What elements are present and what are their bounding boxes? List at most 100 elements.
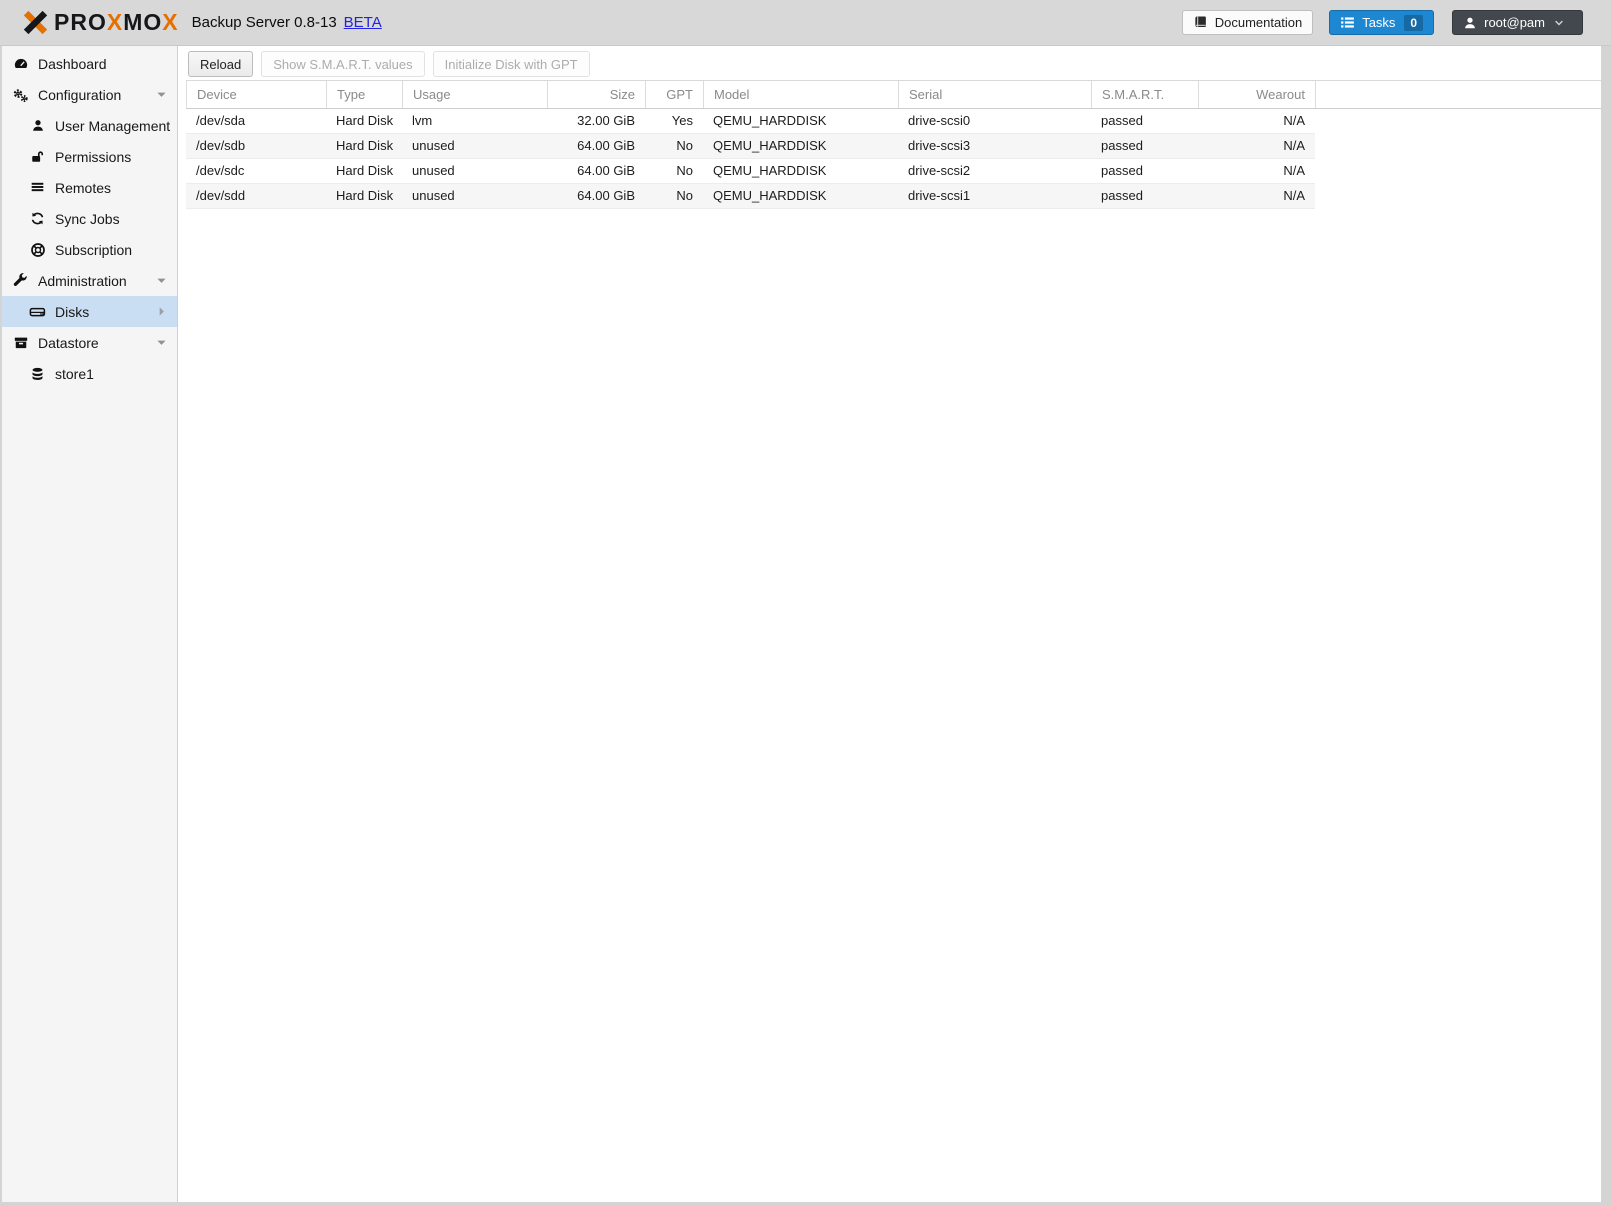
wordmark-segment: X: [106, 9, 124, 35]
sync-icon: [29, 211, 46, 227]
cell-serial: drive-scsi1: [908, 188, 971, 203]
show-smart-values-button[interactable]: Show S.M.A.R.T. values: [261, 51, 425, 77]
cell-wearout: N/A: [1283, 163, 1305, 178]
sidebar-item-remotes[interactable]: Remotes: [2, 172, 177, 203]
documentation-button[interactable]: Documentation: [1181, 10, 1314, 35]
tasks-button[interactable]: Tasks 0: [1329, 10, 1435, 35]
table-row-dev-sdb[interactable]: /dev/sdb Hard Disk unused 64.00 GiB No QEMU_H…: [186, 134, 1315, 159]
cell-s-m-a-r-t: passed: [1101, 188, 1143, 203]
cell-size: 64.00 GiB: [577, 188, 635, 203]
column-header-serial[interactable]: Serial: [899, 81, 1092, 108]
cell-type: Hard Disk: [336, 138, 394, 153]
tasks-count-badge: 0: [1404, 14, 1424, 31]
sidebar-item-datastore[interactable]: Datastore: [2, 327, 177, 358]
cell-device: /dev/sda: [196, 113, 246, 128]
table-row-dev-sdd[interactable]: /dev/sdd Hard Disk unused 64.00 GiB No QEMU_H…: [186, 184, 1315, 209]
sidebar: Dashboard Configuration User Management Per…: [2, 46, 178, 1202]
column-header-usage[interactable]: Usage: [403, 81, 548, 108]
chevron-right-icon[interactable]: [156, 306, 167, 317]
cell-wearout: N/A: [1283, 188, 1305, 203]
sidebar-item-configuration[interactable]: Configuration: [2, 79, 177, 110]
chevron-down-icon[interactable]: [156, 89, 167, 100]
column-header-model[interactable]: Model: [704, 81, 899, 108]
list-bars-icon: [29, 180, 46, 196]
gears-icon: [12, 87, 29, 103]
cell-s-m-a-r-t: passed: [1101, 163, 1143, 178]
sidebar-item-label: Administration: [38, 272, 127, 289]
cell-gpt: No: [676, 188, 693, 203]
cell-device: /dev/sdd: [196, 188, 246, 203]
sidebar-item-label: Subscription: [55, 241, 133, 258]
documentation-label: Documentation: [1214, 15, 1303, 30]
cell-serial: drive-scsi0: [908, 113, 971, 128]
reload-button[interactable]: Reload: [188, 51, 254, 77]
cell-type: Hard Disk: [336, 188, 394, 203]
cell-usage: unused: [412, 138, 455, 153]
column-header-wearout[interactable]: Wearout: [1199, 81, 1316, 108]
column-header-s-m-a-r-t[interactable]: S.M.A.R.T.: [1092, 81, 1199, 108]
column-header-filler: [1316, 81, 1601, 108]
wordmark-segment: PRO: [54, 9, 107, 35]
dashboard-icon: [12, 56, 29, 72]
proxmox-wordmark: PROXMOX: [54, 9, 179, 36]
cell-size: 64.00 GiB: [577, 163, 635, 178]
column-header-type[interactable]: Type: [327, 81, 403, 108]
book-icon: [1193, 15, 1208, 30]
cell-device: /dev/sdb: [196, 138, 246, 153]
database-icon: [29, 366, 46, 382]
toolbar: Reload Show S.M.A.R.T. values Initialize…: [178, 46, 1601, 80]
cell-type: Hard Disk: [336, 163, 394, 178]
sidebar-item-label: Dashboard: [38, 55, 107, 72]
user-icon: [1463, 16, 1477, 30]
sidebar-item-sync-jobs[interactable]: Sync Jobs: [2, 203, 177, 234]
sidebar-item-label: User Management: [55, 117, 171, 134]
wordmark-segment: X: [162, 9, 179, 35]
cell-model: QEMU_HARDDISK: [713, 138, 827, 153]
disks-grid: Device Type Usage Size GPT Model Serial S.M.A.R…: [186, 80, 1601, 1202]
cell-serial: drive-scsi3: [908, 138, 971, 153]
sidebar-item-dashboard[interactable]: Dashboard: [2, 48, 177, 79]
user-label: root@pam: [1484, 15, 1545, 30]
chevron-down-icon[interactable]: [156, 337, 167, 348]
column-header-size[interactable]: Size: [548, 81, 646, 108]
sidebar-item-permissions[interactable]: Permissions: [2, 141, 177, 172]
sidebar-item-disks[interactable]: Disks: [2, 296, 177, 327]
sidebar-item-label: store1: [55, 365, 94, 382]
cell-gpt: No: [676, 138, 693, 153]
cell-s-m-a-r-t: passed: [1101, 138, 1143, 153]
sidebar-item-subscription[interactable]: Subscription: [2, 234, 177, 265]
sidebar-item-administration[interactable]: Administration: [2, 265, 177, 296]
cell-wearout: N/A: [1283, 113, 1305, 128]
sidebar-item-user-management[interactable]: User Management: [2, 110, 177, 141]
cell-serial: drive-scsi2: [908, 163, 971, 178]
cell-usage: unused: [412, 163, 455, 178]
cell-gpt: Yes: [671, 113, 693, 128]
archive-icon: [12, 335, 29, 351]
cell-model: QEMU_HARDDISK: [713, 188, 827, 203]
sidebar-item-store1[interactable]: store1: [2, 358, 177, 389]
grid-body: /dev/sda Hard Disk lvm 32.00 GiB Yes QEMU_HAR…: [186, 109, 1601, 209]
main-area: Dashboard Configuration User Management Per…: [2, 46, 1601, 1202]
top-bar: PROXMOX Backup Server 0.8-13 BETA Docume…: [0, 0, 1611, 46]
sidebar-item-label: Disks: [55, 303, 90, 320]
chevron-down-icon[interactable]: [156, 275, 167, 286]
task-list-icon: [1340, 15, 1355, 30]
cell-usage: unused: [412, 188, 455, 203]
cell-wearout: N/A: [1283, 138, 1305, 153]
cell-model: QEMU_HARDDISK: [713, 163, 827, 178]
initialize-disk-gpt-button[interactable]: Initialize Disk with GPT: [432, 51, 590, 77]
column-header-gpt[interactable]: GPT: [646, 81, 704, 108]
column-header-device[interactable]: Device: [187, 81, 327, 108]
tasks-label: Tasks: [1362, 15, 1396, 30]
sidebar-item-label: Remotes: [55, 179, 112, 196]
beta-link[interactable]: BETA: [344, 14, 382, 31]
cell-device: /dev/sdc: [196, 163, 245, 178]
life-ring-icon: [29, 242, 46, 258]
cell-usage: lvm: [412, 113, 433, 128]
sidebar-item-label: Sync Jobs: [55, 210, 120, 227]
sidebar-item-label: Permissions: [55, 148, 132, 165]
user-menu-button[interactable]: root@pam: [1452, 10, 1583, 35]
table-row-dev-sda[interactable]: /dev/sda Hard Disk lvm 32.00 GiB Yes QEMU_HAR…: [186, 109, 1315, 134]
table-row-dev-sdc[interactable]: /dev/sdc Hard Disk unused 64.00 GiB No QEMU_H…: [186, 159, 1315, 184]
app-window: PROXMOX Backup Server 0.8-13 BETA Docume…: [0, 0, 1611, 1206]
